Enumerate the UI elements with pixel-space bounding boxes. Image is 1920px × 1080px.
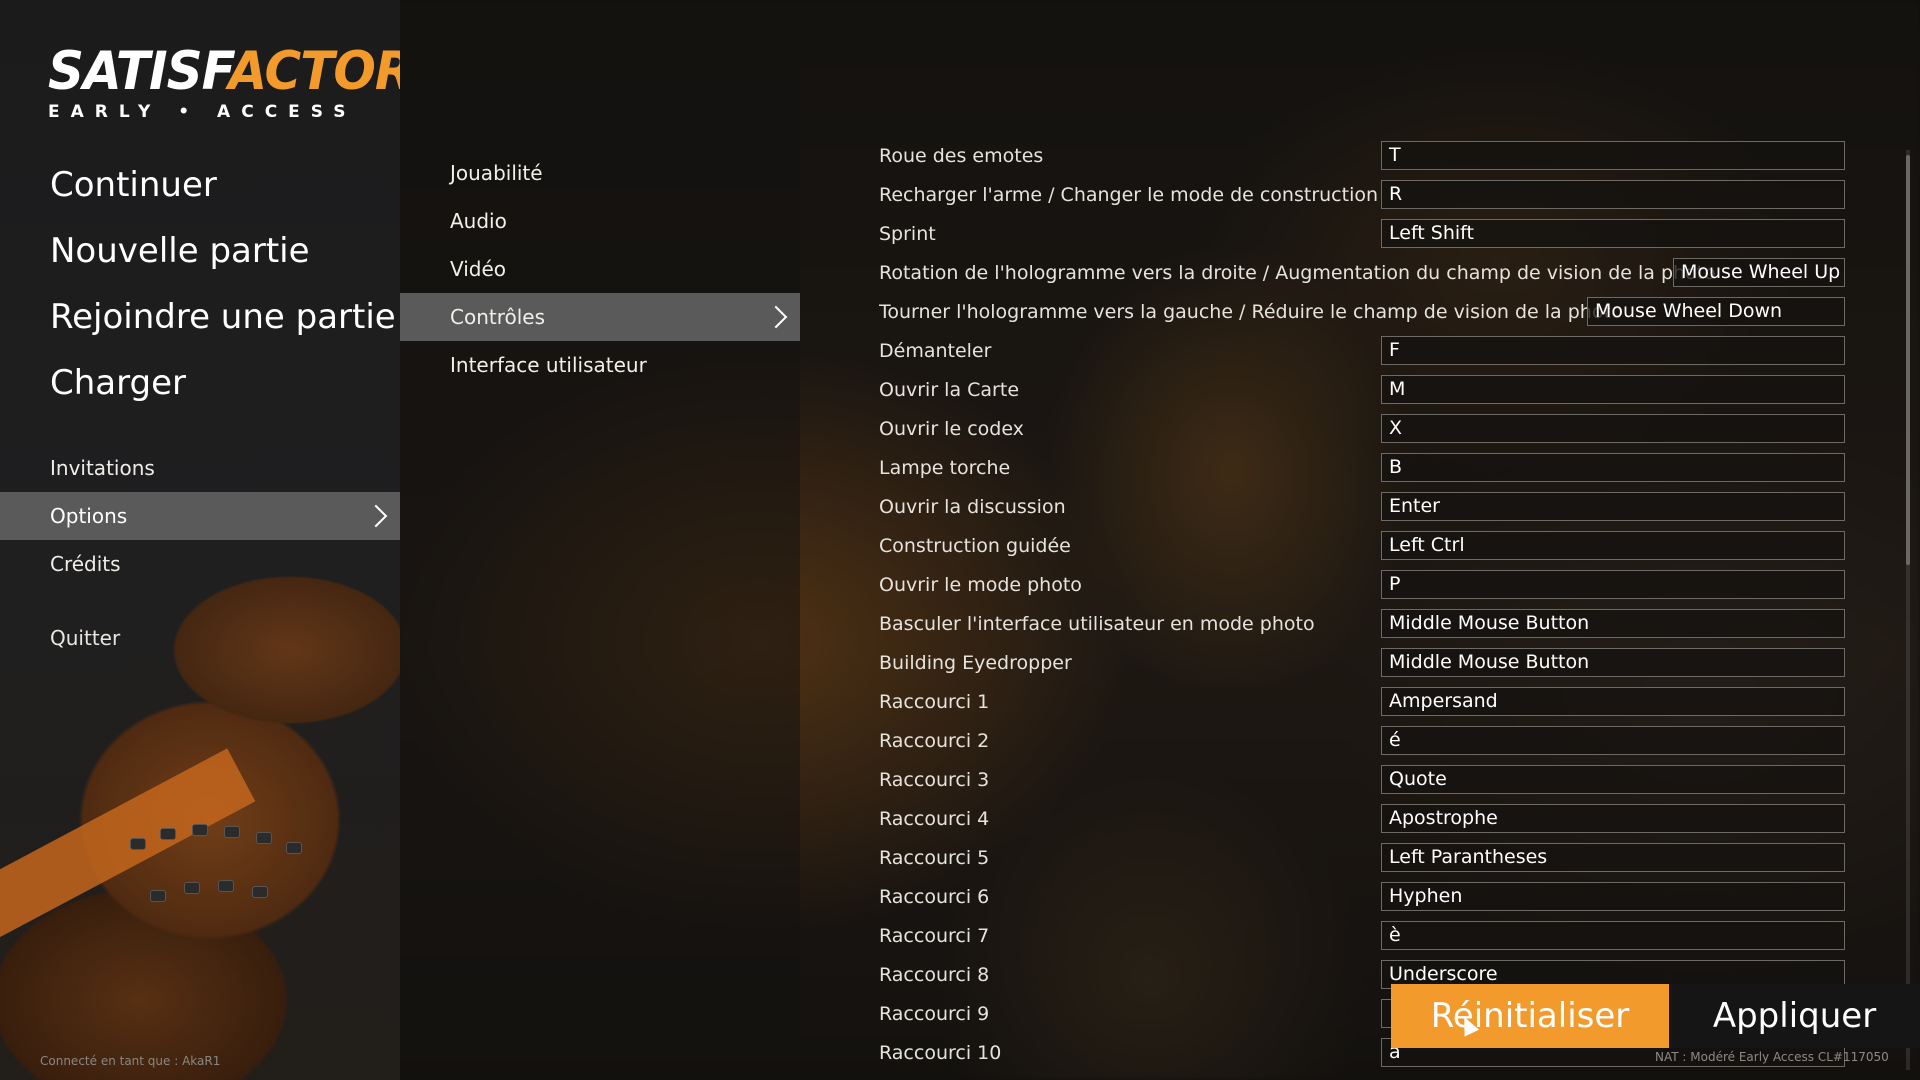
keybinding-row: Ouvrir le codex X <box>879 409 1845 448</box>
category-list: Jouabilité Audio Vidéo Contrôles Interfa… <box>400 149 800 389</box>
keybinding-label: Ouvrir la discussion <box>879 495 1066 518</box>
background-bolts <box>120 820 380 940</box>
keybinding-input[interactable]: B <box>1381 453 1845 482</box>
keybinding-row: Raccourci 7 è <box>879 916 1845 955</box>
main-menu: Continuer Nouvelle partie Rejoindre une … <box>50 160 396 424</box>
category-video[interactable]: Vidéo <box>400 245 800 293</box>
keybinding-label: Construction guidée <box>879 534 1071 557</box>
keybinding-label: Basculer l'interface utilisateur en mode… <box>879 612 1315 635</box>
secondary-menu: Invitations Options Crédits <box>0 444 400 588</box>
logo-subtitle: EARLY • ACCESS <box>48 102 357 122</box>
keybinding-input[interactable]: M <box>1381 375 1845 404</box>
keybinding-label: Raccourci 6 <box>879 885 990 908</box>
keybinding-label: Raccourci 5 <box>879 846 990 869</box>
keybinding-row: Ouvrir la discussion Enter <box>879 487 1845 526</box>
keybinding-row: Tourner l'hologramme vers la gauche / Ré… <box>879 292 1845 331</box>
keybinding-input[interactable]: Left Parantheses <box>1381 843 1845 872</box>
logo-wordmark: SATISFACTORY <box>48 40 400 102</box>
menu-invitations[interactable]: Invitations <box>0 444 400 492</box>
chevron-right-icon <box>764 305 788 329</box>
category-user-interface[interactable]: Interface utilisateur <box>400 341 800 389</box>
keybinding-row: Building Eyedropper Middle Mouse Button <box>879 643 1845 682</box>
keybinding-label: Raccourci 4 <box>879 807 990 830</box>
keybinding-label: Lampe torche <box>879 456 1011 479</box>
keybinding-row: Basculer l'interface utilisateur en mode… <box>879 604 1845 643</box>
keybinding-input[interactable]: Middle Mouse Button <box>1381 648 1845 677</box>
keybinding-input[interactable]: Quote <box>1381 765 1845 794</box>
keybinding-label: Ouvrir le codex <box>879 417 1024 440</box>
keybinding-row: Ouvrir la Carte M <box>879 370 1845 409</box>
keybinding-input[interactable]: Ampersand <box>1381 687 1845 716</box>
keybinding-input[interactable]: P <box>1381 570 1845 599</box>
keybinding-row: Raccourci 6 Hyphen <box>879 877 1845 916</box>
category-audio[interactable]: Audio <box>400 197 800 245</box>
keybinding-label: Ouvrir le mode photo <box>879 573 1082 596</box>
keybinding-label: Raccourci 3 <box>879 768 990 791</box>
chevron-right-icon <box>364 504 388 528</box>
keybinding-input[interactable]: Enter <box>1381 492 1845 521</box>
keybinding-input[interactable]: Middle Mouse Button <box>1381 609 1845 638</box>
keybinding-input[interactable]: Left Shift <box>1381 219 1845 248</box>
keybinding-row: Raccourci 1 Ampersand <box>879 682 1845 721</box>
keybinding-label: Raccourci 10 <box>879 1041 1002 1064</box>
menu-join-game[interactable]: Rejoindre une partie <box>50 292 396 358</box>
keybinding-label: Raccourci 9 <box>879 1002 990 1025</box>
keybinding-input[interactable]: é <box>1381 726 1845 755</box>
keybinding-row: Ouvrir le mode photo P <box>879 565 1845 604</box>
keybinding-row: Roue des emotes T <box>879 136 1845 175</box>
keybinding-label: Raccourci 2 <box>879 729 990 752</box>
scrollbar-thumb[interactable] <box>1906 155 1910 565</box>
keybinding-input[interactable]: Hyphen <box>1381 882 1845 911</box>
menu-options[interactable]: Options <box>0 492 400 540</box>
keybinding-row: Raccourci 4 Apostrophe <box>879 799 1845 838</box>
logged-in-status: Connecté en tant que : AkaR1 <box>40 1054 221 1068</box>
apply-button[interactable]: Appliquer <box>1669 984 1920 1048</box>
main-menu-panel: SATISFACTORY EARLY • ACCESS Continuer No… <box>0 0 400 1080</box>
keybinding-row: Rotation de l'hologramme vers la droite … <box>879 253 1845 292</box>
options-category-panel: Jouabilité Audio Vidéo Contrôles Interfa… <box>400 0 800 1080</box>
menu-credits[interactable]: Crédits <box>0 540 400 588</box>
reset-button[interactable]: Réinitialiser <box>1391 984 1669 1048</box>
keybinding-input[interactable]: Left Ctrl <box>1381 531 1845 560</box>
keybinding-label: Sprint <box>879 222 936 245</box>
keybinding-label: Rotation de l'hologramme vers la droite … <box>879 261 1716 284</box>
keybinding-row: Raccourci 2 é <box>879 721 1845 760</box>
keybinding-input[interactable]: Mouse Wheel Down <box>1587 297 1845 326</box>
keybinding-row: Lampe torche B <box>879 448 1845 487</box>
menu-new-game[interactable]: Nouvelle partie <box>50 226 396 292</box>
category-gameplay[interactable]: Jouabilité <box>400 149 800 197</box>
keybinding-input[interactable]: T <box>1381 141 1845 170</box>
keybinding-input[interactable]: Mouse Wheel Up <box>1673 258 1845 287</box>
keybinding-label: Raccourci 1 <box>879 690 990 713</box>
keybinding-list: Roue des emotes T Recharger l'arme / Chang… <box>879 0 1845 1080</box>
keybinding-row: Recharger l'arme / Changer le mode de co… <box>879 175 1845 214</box>
keybinding-input[interactable]: R <box>1381 180 1845 209</box>
keybinding-label: Raccourci 7 <box>879 924 990 947</box>
keybinding-row: Construction guidée Left Ctrl <box>879 526 1845 565</box>
menu-quit[interactable]: Quitter <box>50 626 120 650</box>
version-label: NAT : Modéré Early Access CL#117050 <box>1655 1050 1889 1064</box>
keybinding-label: Démanteler <box>879 339 992 362</box>
keybinding-row: Raccourci 5 Left Parantheses <box>879 838 1845 877</box>
keybinding-label: Recharger l'arme / Changer le mode de co… <box>879 183 1379 206</box>
keybinding-row: Démanteler F <box>879 331 1845 370</box>
keybinding-label: Ouvrir la Carte <box>879 378 1020 401</box>
keybinding-row: Raccourci 3 Quote <box>879 760 1845 799</box>
keybinding-input[interactable]: Apostrophe <box>1381 804 1845 833</box>
keybinding-label: Tourner l'hologramme vers la gauche / Ré… <box>879 300 1623 323</box>
menu-load[interactable]: Charger <box>50 358 396 424</box>
menu-continue[interactable]: Continuer <box>50 160 396 226</box>
keybinding-label: Raccourci 8 <box>879 963 990 986</box>
keybinding-input[interactable]: X <box>1381 414 1845 443</box>
keybinding-input[interactable]: è <box>1381 921 1845 950</box>
keybinding-label: Building Eyedropper <box>879 651 1072 674</box>
keybinding-label: Roue des emotes <box>879 144 1044 167</box>
category-controls[interactable]: Contrôles <box>400 293 800 341</box>
keybinding-input[interactable]: F <box>1381 336 1845 365</box>
keybinding-row: Sprint Left Shift <box>879 214 1845 253</box>
game-logo: SATISFACTORY EARLY • ACCESS <box>48 40 400 122</box>
